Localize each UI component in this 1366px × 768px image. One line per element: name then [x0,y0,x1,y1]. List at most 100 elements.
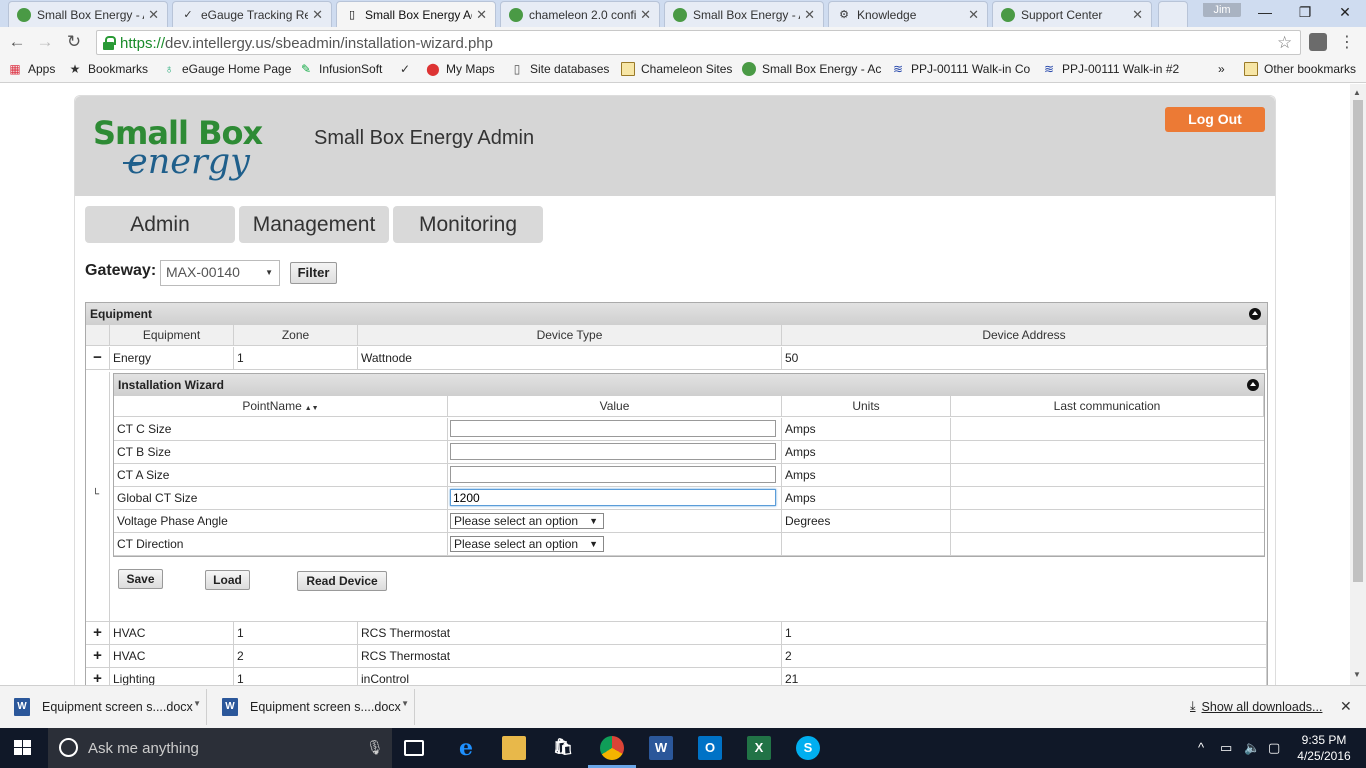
scroll-thumb[interactable] [1353,100,1363,582]
load-button[interactable]: Load [205,570,250,590]
other-bookmarks[interactable]: Other bookmarks [1244,62,1356,76]
collapse-row-icon[interactable]: − [86,347,110,370]
reload-icon[interactable]: ↻ [62,32,86,52]
close-tab-icon[interactable]: ✕ [476,7,487,23]
word-icon[interactable]: W [649,736,673,760]
volume-icon[interactable]: 🔈 [1244,740,1260,756]
new-tab-button[interactable] [1158,1,1188,27]
bookmark-item[interactable]: ⬤ My Maps [426,62,494,76]
bookmark-star-icon[interactable]: ☆ [1277,33,1292,53]
bookmark-item[interactable]: Chameleon Sites [621,62,732,76]
filter-button[interactable]: Filter [290,262,337,284]
point-value-select[interactable]: Please select an option ▼ [450,513,604,529]
task-view-icon[interactable] [404,740,424,756]
network-icon[interactable]: ▭ [1220,740,1232,756]
close-tab-icon[interactable]: ✕ [312,7,323,23]
excel-icon[interactable]: X [747,736,771,760]
gateway-select[interactable]: MAX-00140 ▼ [160,260,280,286]
page-icon: ▯ [348,8,356,21]
column-header-device-address[interactable]: Device Address [782,325,1267,346]
address-bar[interactable]: https://dev.intellergy.us/sbeadmin/insta… [96,30,1301,55]
browser-tab[interactable]: ✓ eGauge Tracking Re ✕ [172,1,332,27]
bookmark-item[interactable]: ✓ [398,62,418,76]
skype-icon[interactable]: S [796,736,820,760]
point-value-input[interactable] [450,489,776,506]
close-tab-icon[interactable]: ✕ [148,7,159,23]
nav-tab-admin[interactable]: Admin [85,206,235,243]
restore-window-icon[interactable]: ❐ [1290,4,1320,21]
chrome-icon[interactable] [600,736,624,760]
column-header-units[interactable]: Units [782,396,951,417]
bookmark-item[interactable]: ≋ PPJ-00111 Walk-in Co [891,62,1030,76]
file-explorer-icon[interactable] [502,736,526,760]
browser-tab[interactable]: Small Box Energy - A ✕ [664,1,824,27]
collapse-grid-icon[interactable] [1249,308,1261,320]
minimize-window-icon[interactable]: — [1250,4,1280,20]
edge-icon[interactable]: e [454,736,478,760]
scroll-up-icon[interactable]: ▲ [1353,88,1361,97]
column-header-pointname[interactable]: PointName ▲▼ [114,396,448,417]
nav-tab-management[interactable]: Management [239,206,389,243]
column-header-value[interactable]: Value [448,396,782,417]
column-header-zone[interactable]: Zone [234,325,358,346]
extension-icon[interactable] [1309,33,1327,51]
taskbar-clock[interactable]: 9:35 PM 4/25/2016 [1296,732,1352,764]
microphone-icon[interactable]: 🎙 [366,739,384,756]
windows-start-icon[interactable] [14,740,32,756]
column-header-last-communication[interactable]: Last communication [951,396,1264,417]
profile-name-badge[interactable]: Jim [1203,3,1241,17]
browser-tab[interactable]: Small Box Energy - A ✕ [8,1,168,27]
column-header-equipment[interactable]: Equipment [110,325,234,346]
cortana-search-box[interactable]: Ask me anything 🎙 [48,728,392,768]
point-value-input[interactable] [450,443,776,460]
browser-tab[interactable]: ▯ Small Box Energy Ad ✕ [336,1,496,27]
bookmark-item[interactable]: ♁ eGauge Home Page [162,62,292,76]
logout-button[interactable]: Log Out [1165,107,1265,132]
bookmark-item[interactable]: ▦ Apps [8,62,55,76]
table-cell: inControl [358,668,782,685]
collapse-wizard-icon[interactable] [1247,379,1259,391]
notification-icon[interactable]: ▢ [1268,740,1280,756]
close-tab-icon[interactable]: ✕ [640,7,651,23]
chevron-down-icon[interactable]: ▼ [193,699,201,708]
read-device-button[interactable]: Read Device [297,571,387,591]
point-value-input[interactable] [450,420,776,437]
more-bookmarks-chevron[interactable]: » [1218,62,1225,76]
column-header-device-type[interactable]: Device Type [358,325,782,346]
bookmark-item[interactable]: ≋ PPJ-00111 Walk-in #2 [1042,62,1179,76]
download-item[interactable]: W Equipment screen s....docx ▼ [212,689,415,725]
save-button[interactable]: Save [118,569,163,589]
bookmark-item[interactable]: ▯ Site databases [510,62,610,76]
forward-arrow-icon[interactable]: → [33,32,57,52]
browser-tab[interactable]: chameleon 2.0 confi ✕ [500,1,660,27]
expand-row-icon[interactable]: + [86,622,110,645]
browser-tab[interactable]: Support Center ✕ [992,1,1152,27]
page-scrollbar[interactable]: ▲ ▼ [1350,84,1366,685]
close-tab-icon[interactable]: ✕ [804,7,815,23]
bookmark-item[interactable]: ✎ InfusionSoft [299,62,382,76]
tray-chevron-icon[interactable]: ^ [1198,740,1204,755]
show-all-downloads-link[interactable]: ⤓ Show all downloads... [1190,699,1322,714]
outlook-icon[interactable]: O [698,736,722,760]
url-text[interactable]: https://dev.intellergy.us/sbeadmin/insta… [120,35,493,52]
bookmark-item[interactable]: ★ Bookmarks [68,62,148,76]
browser-tab[interactable]: ⚙ Knowledge ✕ [828,1,988,27]
nav-tab-monitoring[interactable]: Monitoring [393,206,543,243]
back-arrow-icon[interactable]: ← [5,32,29,52]
point-value-select[interactable]: Please select an option ▼ [450,536,604,552]
point-value-input[interactable] [450,466,776,483]
download-item[interactable]: W Equipment screen s....docx ▼ [4,689,207,725]
expand-row-icon[interactable]: + [86,645,110,668]
close-tab-icon[interactable]: ✕ [968,7,979,23]
bookmark-item[interactable]: Small Box Energy - Ac [742,62,881,76]
close-icon[interactable]: ✕ [1340,698,1352,715]
sort-icon[interactable]: ▲▼ [305,405,319,412]
chevron-down-icon[interactable]: ▼ [401,699,409,708]
close-window-icon[interactable]: ✕ [1330,4,1360,21]
store-icon[interactable]: 🛍 [551,736,575,760]
scroll-down-icon[interactable]: ▼ [1353,670,1361,679]
bookmark-label: PPJ-00111 Walk-in Co [911,62,1031,76]
close-tab-icon[interactable]: ✕ [1132,7,1143,23]
expand-row-icon[interactable]: + [86,668,110,685]
chrome-menu-icon[interactable]: ⋮ [1335,32,1359,52]
